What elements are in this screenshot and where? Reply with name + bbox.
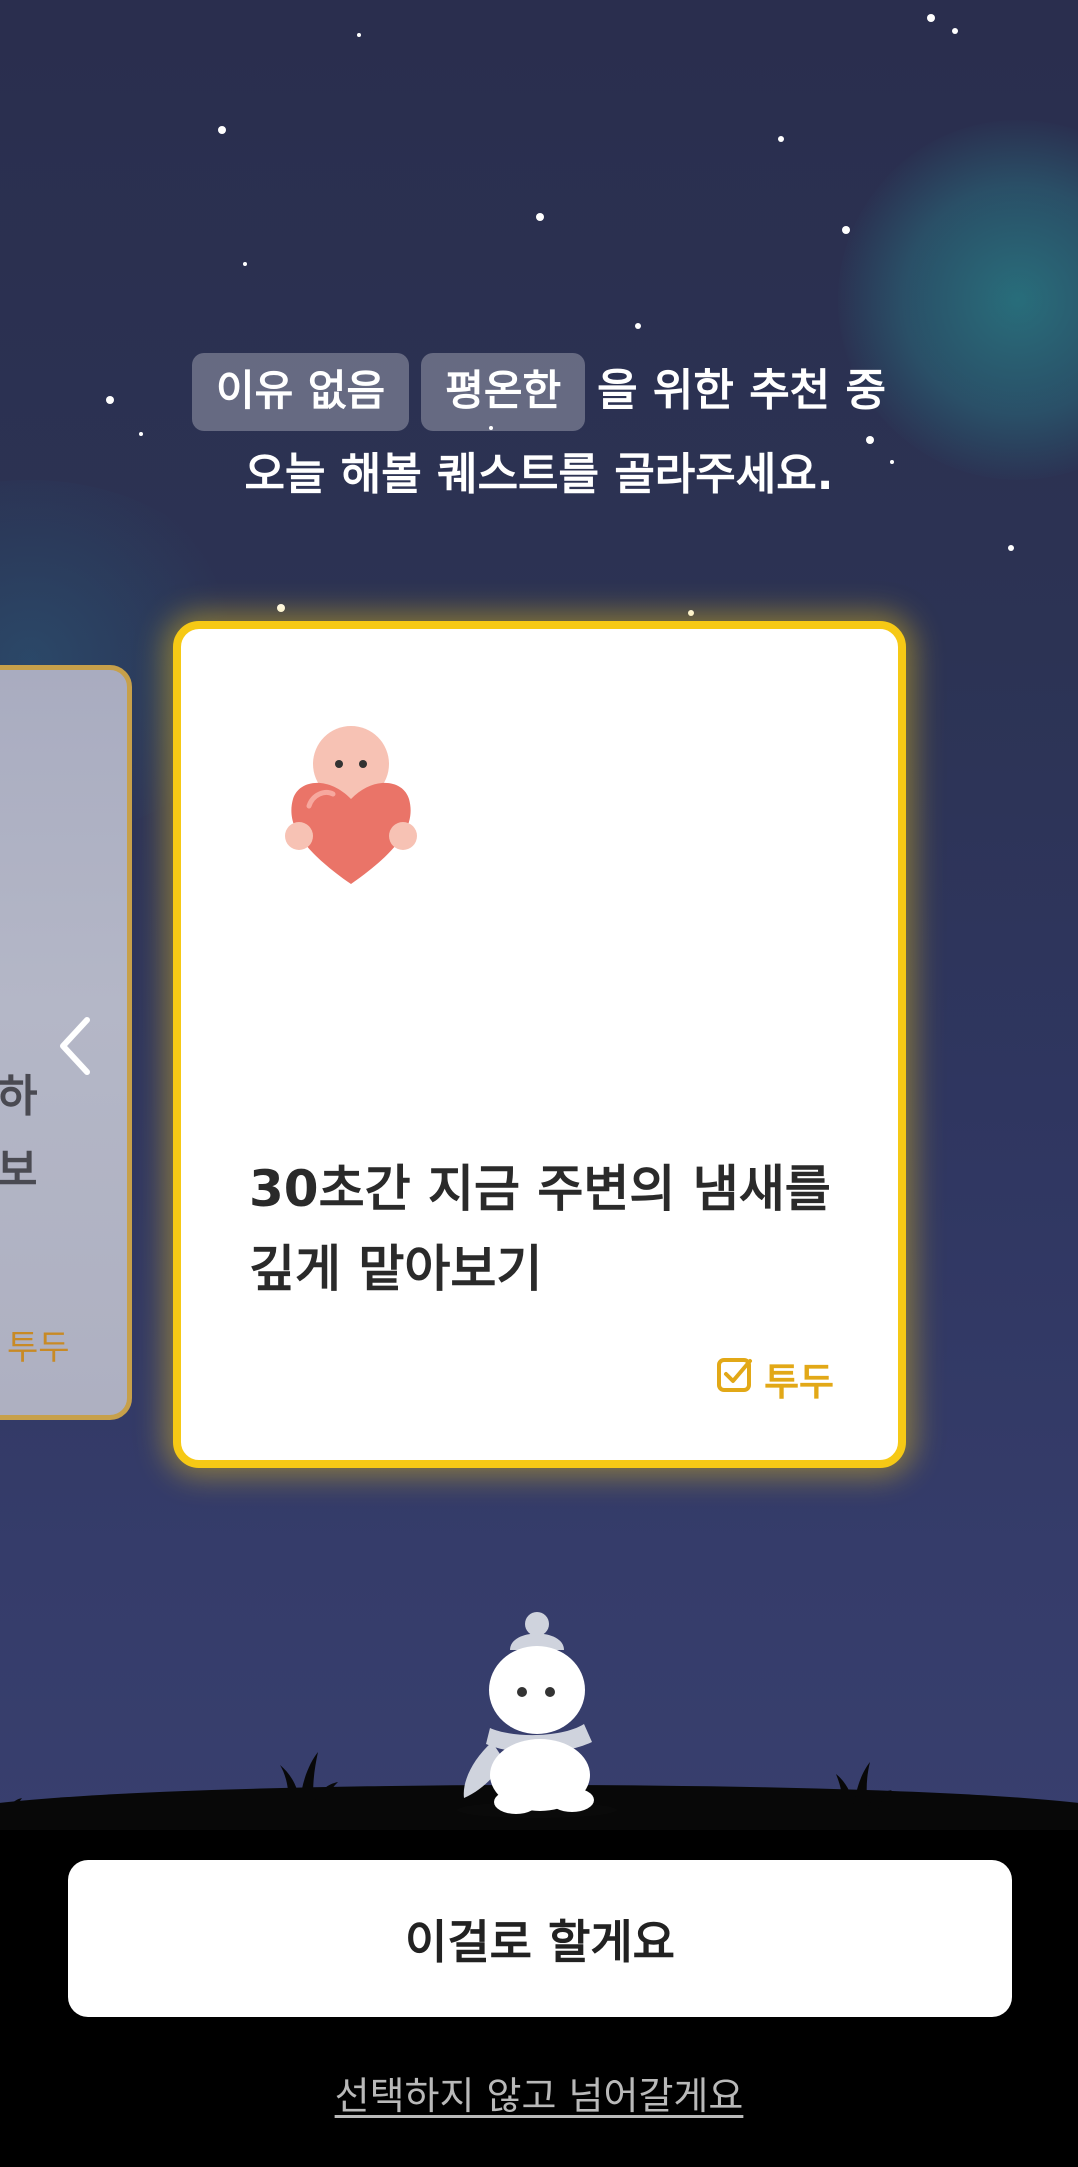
previous-card-tag: 투두 <box>7 1328 70 1368</box>
grass-icon <box>0 1778 40 1822</box>
star <box>536 213 544 221</box>
baby-heart-icon <box>281 724 421 894</box>
quest-tag: 투두 <box>716 1351 834 1406</box>
recommendation-prompt: 이유 없음 평온한 을 위한 추천 중 오늘 해볼 퀘스트를 골라주세요. <box>0 352 1078 515</box>
quest-card[interactable]: 30초간 지금 주변의 냄새를 깊게 맡아보기 투두 <box>173 621 906 1468</box>
snow-character-icon <box>452 1610 622 1820</box>
star <box>218 126 226 134</box>
prompt-line1-suffix: 을 위한 추천 중 <box>597 365 886 416</box>
star <box>1008 545 1014 551</box>
checkbox-icon <box>716 1355 754 1402</box>
grass-icon <box>836 1752 892 1816</box>
reason-chip: 이유 없음 <box>192 353 410 431</box>
star <box>357 33 361 37</box>
night-sky-scene: 이유 없음 평온한 을 위한 추천 중 오늘 해볼 퀘스트를 골라주세요. 하 보 … <box>0 0 1078 1830</box>
bottom-action-bar: 이걸로 할게요 선택하지 않고 넘어갈게요 <box>0 1830 1078 2167</box>
star <box>842 226 850 234</box>
grass-icon <box>280 1740 340 1814</box>
quest-tag-label: 투두 <box>764 1360 834 1404</box>
star <box>927 14 935 22</box>
mood-chip: 평온한 <box>421 353 586 431</box>
star <box>277 604 285 612</box>
previous-arrow-icon[interactable] <box>50 1008 100 1084</box>
previous-card-text: 하 보 <box>0 1071 38 1196</box>
star <box>952 28 958 34</box>
star <box>243 262 247 266</box>
star <box>688 610 694 616</box>
star <box>778 136 784 142</box>
prompt-line2: 오늘 해볼 퀘스트를 골라주세요. <box>244 449 834 500</box>
skip-link[interactable]: 선택하지 않고 넘어갈게요 <box>0 2065 1078 2120</box>
star <box>635 323 641 329</box>
quest-title: 30초간 지금 주변의 냄새를 깊게 맡아보기 <box>249 1160 831 1298</box>
confirm-button[interactable]: 이걸로 할게요 <box>68 1860 1012 2017</box>
